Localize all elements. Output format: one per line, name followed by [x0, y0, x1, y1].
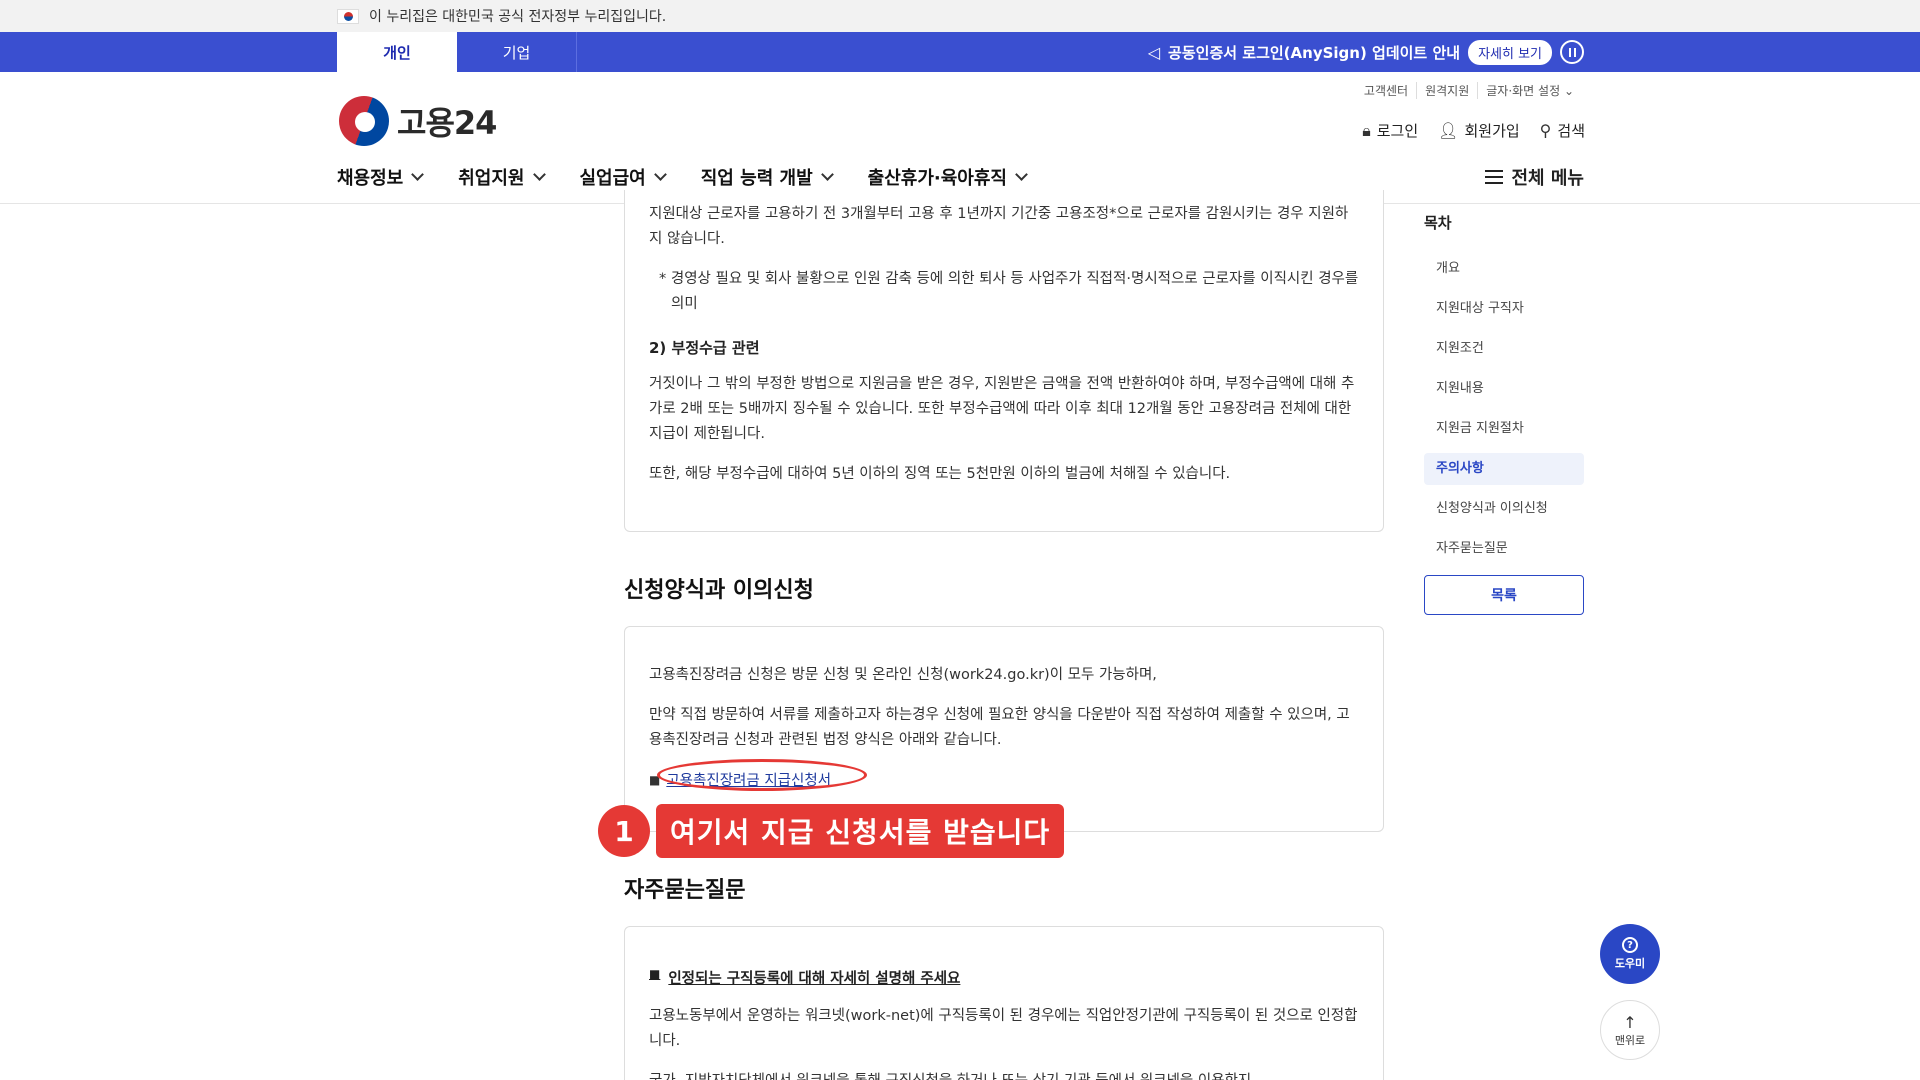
gov-strip: 이 누리집은 대한민국 공식 전자정부 누리집입니다.	[0, 0, 1920, 32]
forms-box: 고용촉진장려금 신청은 방문 신청 및 온라인 신청(work24.go.kr)…	[624, 626, 1384, 832]
toc-item-target[interactable]: 지원대상 구직자	[1424, 293, 1584, 325]
scroll-top-label: 맨위로	[1614, 1033, 1646, 1047]
faq-question-text: 인정되는 구직등록에 대해 자세히 설명해 주세요	[668, 971, 961, 987]
toc-item-forms[interactable]: 신청양식과 이의신청	[1424, 493, 1584, 525]
main-nav: 채용정보 취업지원 실업급여 직업 능력 개발 출산휴가·육아휴직	[337, 164, 1028, 190]
faq-answer-continued: 국가, 지방자치단체에서 워크넷을 통해 구직신청을 하거나 또는 상기 기관 …	[649, 1069, 1359, 1080]
chevron-down-icon	[1015, 168, 1028, 181]
toc-item-caution[interactable]: 주의사항	[1424, 453, 1584, 485]
pause-icon[interactable]	[1560, 40, 1584, 64]
detail-button[interactable]: 자세히 보기	[1468, 39, 1552, 65]
signup-label: 회원가입	[1464, 122, 1520, 140]
forms-paragraph-2: 만약 직접 방문하여 서류를 제출하고자 하는경우 신청에 필요한 양식을 다운…	[649, 707, 1350, 748]
annotation-label: 여기서 지급 신청서를 받습니다	[656, 804, 1065, 858]
nav-item-employment-support[interactable]: 취업지원	[458, 164, 546, 190]
login-button[interactable]: 🔒︎ 로그인	[1362, 120, 1418, 141]
top-bar: 개인 기업 ◁ 공동인증서 로그인(AnySign) 업데이트 안내 자세히 보…	[0, 32, 1920, 72]
nav-label: 실업급여	[579, 168, 646, 189]
faq-box: ■ 인정되는 구직등록에 대해 자세히 설명해 주세요 고용노동부에서 운영하는…	[624, 926, 1384, 1080]
tab-company[interactable]: 기업	[457, 32, 577, 72]
caution-paragraph: 지원대상 근로자를 고용하기 전 3개월부터 고용 후 1년까지 기간중 고용조…	[649, 206, 1349, 247]
toc-title: 목차	[1424, 214, 1452, 232]
nav-item-unemployment-benefit[interactable]: 실업급여	[579, 164, 667, 190]
gov-strip-text: 이 누리집은 대한민국 공식 전자정부 누리집입니다.	[369, 9, 667, 25]
toc-item-conditions[interactable]: 지원조건	[1424, 333, 1584, 365]
chevron-down-icon	[411, 168, 425, 181]
search-button[interactable]: ⚲ 검색	[1540, 120, 1585, 141]
nav-item-parental-leave[interactable]: 출산휴가·육아휴직	[867, 164, 1028, 190]
util-link-remote-support[interactable]: 원격지원	[1416, 82, 1477, 99]
util-links: 고객센터 원격지원 글자·화면 설정 ⌄	[1356, 82, 1582, 99]
login-label: 로그인	[1376, 122, 1419, 140]
help-label: 도우미	[1614, 957, 1646, 970]
form-link-row: ■ 고용촉진장려금 지급신청서	[649, 759, 1359, 791]
megaphone-icon: ◁	[1147, 42, 1161, 62]
taegeuk-logo-icon	[339, 96, 389, 146]
question-icon: ?	[1622, 937, 1638, 953]
toc-item-faq[interactable]: 자주묻는질문	[1424, 533, 1584, 565]
search-label: 검색	[1557, 122, 1585, 140]
highlight-circle	[657, 759, 867, 791]
chevron-down-icon	[820, 168, 834, 181]
section-title-forms: 신청양식과 이의신청	[624, 578, 814, 603]
user-plus-icon: 👤︎	[1438, 121, 1459, 140]
caution-box: 지원대상 근로자를 고용하기 전 3개월부터 고용 후 1년까지 기간중 고용조…	[624, 190, 1384, 532]
bullet-icon: ■	[649, 967, 661, 981]
table-of-contents: 목차 개요 지원대상 구직자 지원조건 지원내용 지원금 지원절차 주의사항 신…	[1424, 212, 1584, 615]
signup-button[interactable]: 👤︎ 회원가입	[1438, 120, 1520, 141]
nav-item-jobs[interactable]: 채용정보	[337, 164, 425, 190]
logo[interactable]: 고용24	[339, 96, 497, 146]
nav-label: 직업 능력 개발	[700, 168, 813, 189]
fraud-paragraph: 거짓이나 그 밖의 부정한 방법으로 지원금을 받은 경우, 지원받은 금액을 …	[649, 376, 1355, 442]
section-title-faq: 자주묻는질문	[624, 878, 746, 903]
all-menu-label: 전체 메뉴	[1511, 168, 1584, 189]
search-icon: ⚲	[1539, 121, 1552, 140]
arrow-up-icon: ↑	[1623, 1012, 1637, 1032]
forms-paragraph-1: 고용촉진장려금 신청은 방문 신청 및 온라인 신청(work24.go.kr)…	[649, 667, 1157, 683]
list-button[interactable]: 목록	[1424, 575, 1584, 615]
toc-item-procedure[interactable]: 지원금 지원절차	[1424, 413, 1584, 445]
chevron-down-icon	[532, 168, 546, 181]
help-button[interactable]: ? 도우미	[1600, 924, 1660, 984]
logo-text: 고용24	[397, 104, 497, 142]
fraud-penalty-paragraph: 또한, 해당 부정수급에 대하여 5년 이하의 징역 또는 5천만원 이하의 벌…	[649, 466, 1231, 482]
tab-personal[interactable]: 개인	[337, 32, 457, 72]
nav-item-skills[interactable]: 직업 능력 개발	[700, 164, 834, 190]
nav-label: 취업지원	[458, 168, 525, 189]
toc-item-contents[interactable]: 지원내용	[1424, 373, 1584, 405]
all-menu-button[interactable]: 전체 메뉴	[1485, 164, 1584, 190]
annotation-number-badge: 1	[598, 805, 650, 857]
hamburger-icon	[1485, 170, 1504, 184]
user-actions: 🔒︎ 로그인 👤︎ 회원가입 ⚲ 검색	[1362, 120, 1585, 141]
util-link-display-settings[interactable]: 글자·화면 설정 ⌄	[1477, 82, 1582, 99]
faq-question[interactable]: ■ 인정되는 구직등록에 대해 자세히 설명해 주세요	[649, 967, 1359, 988]
faq-answer: 고용노동부에서 운영하는 워크넷(work-net)에 구직등록이 된 경우에는…	[649, 1008, 1358, 1049]
chevron-down-icon	[653, 168, 667, 181]
lock-icon: 🔒︎	[1362, 120, 1371, 140]
nav-label: 채용정보	[337, 168, 404, 189]
notice-banner: ◁ 공동인증서 로그인(AnySign) 업데이트 안내 자세히 보기	[1148, 32, 1584, 72]
korea-flag-icon	[337, 8, 359, 24]
toc-item-overview[interactable]: 개요	[1424, 253, 1584, 285]
util-link-customer-center[interactable]: 고객센터	[1356, 82, 1416, 99]
fraud-heading: 2) 부정수급 관련	[649, 339, 760, 357]
scroll-top-button[interactable]: ↑ 맨위로	[1600, 1000, 1660, 1060]
nav-label: 출산휴가·육아휴직	[867, 168, 1007, 189]
site-header: 고객센터 원격지원 글자·화면 설정 ⌄ 고용24 🔒︎ 로그인 👤︎ 회원가입…	[0, 72, 1920, 204]
caution-note: * 경영상 필요 및 회사 불황으로 인원 감축 등에 의한 퇴사 등 사업주가…	[659, 271, 1359, 312]
notice-text[interactable]: 공동인증서 로그인(AnySign) 업데이트 안내	[1168, 42, 1460, 63]
